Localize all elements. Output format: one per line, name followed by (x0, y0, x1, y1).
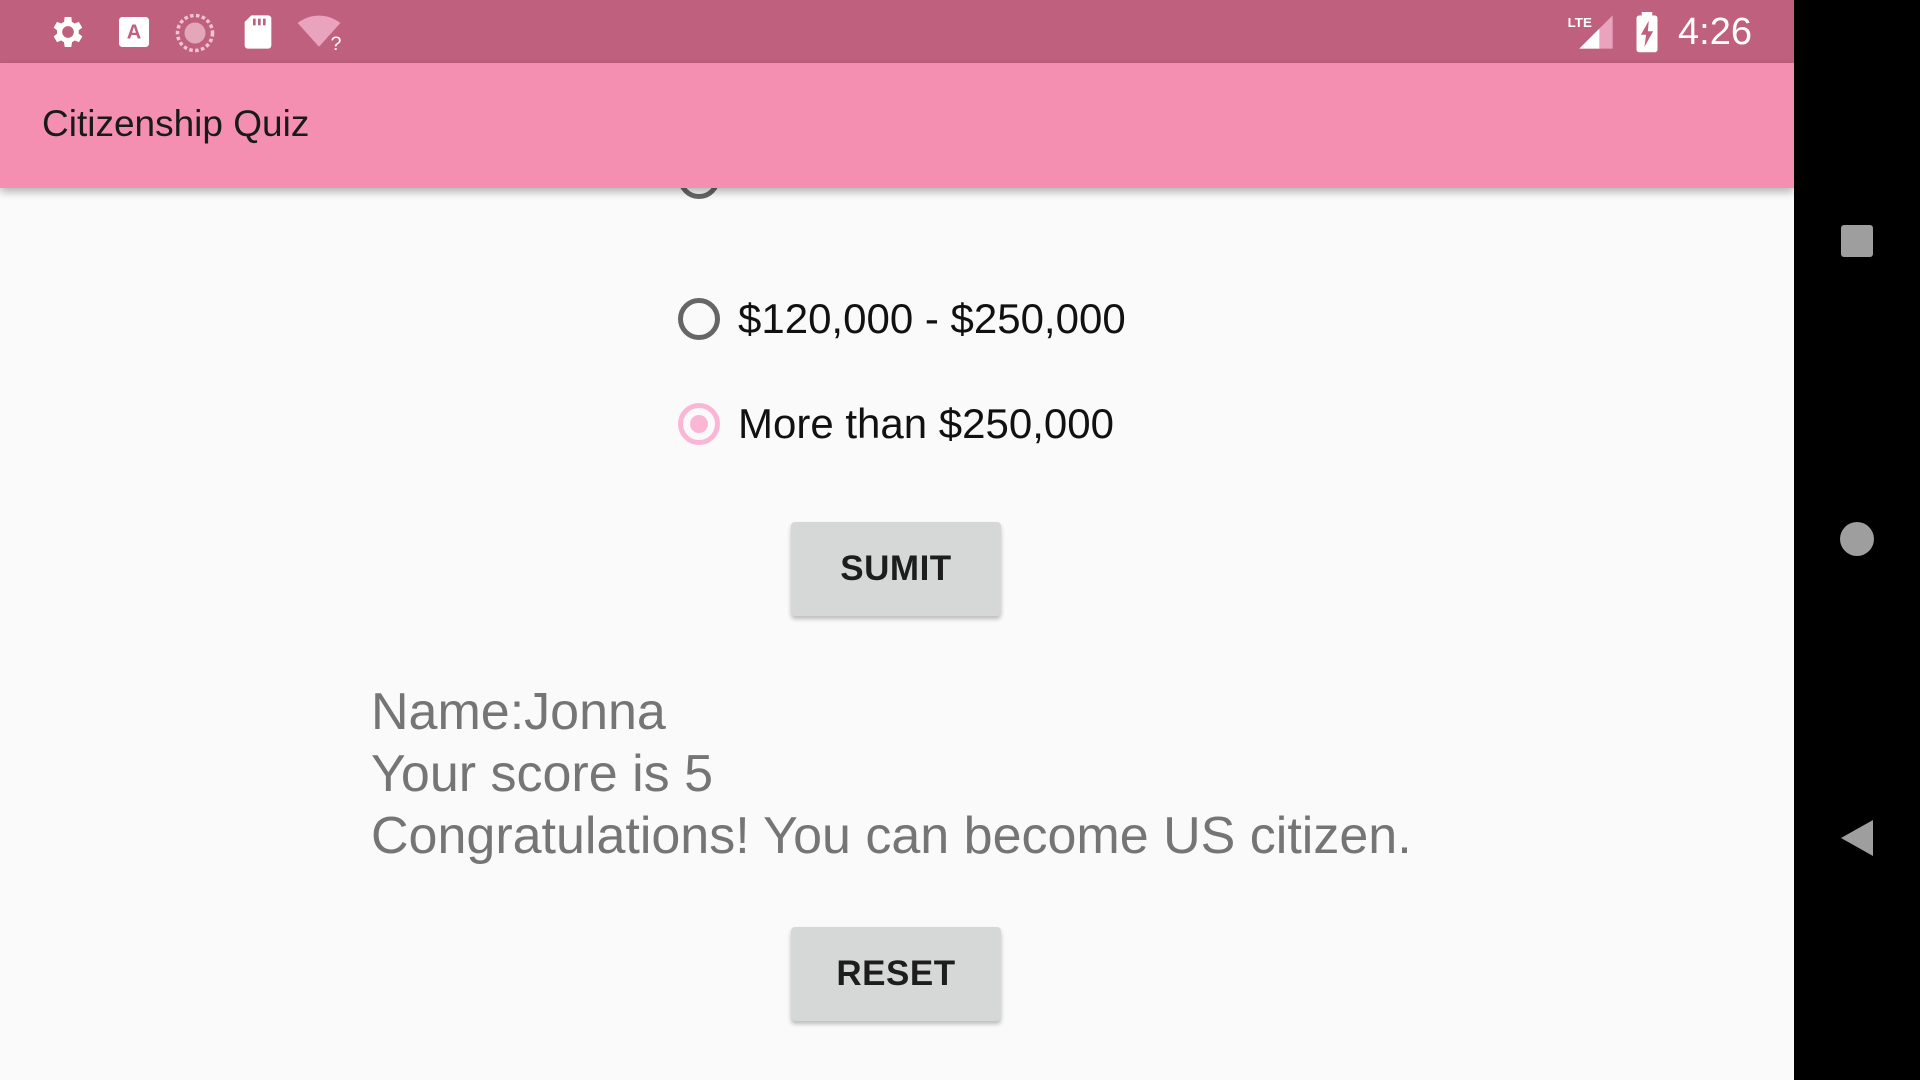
radio-option-label: $120,000 - $250,000 (738, 295, 1126, 342)
radio-button-selected[interactable] (678, 403, 720, 445)
status-bar: A ? LTE 4:26 (0, 0, 1794, 63)
gear-icon (48, 12, 88, 52)
result-score: Your score is 5 (371, 745, 714, 803)
radio-option-label: More than $250,000 (738, 400, 1114, 447)
recents-square-icon[interactable] (1827, 211, 1887, 271)
result-name: Name:Jonna (371, 683, 666, 741)
battery-charging-icon (1632, 12, 1662, 53)
app-screen: A ? LTE 4:26 Citizenship Quiz $120,000 -… (0, 0, 1794, 1080)
sync-circle-icon (174, 12, 215, 53)
navigation-bar (1794, 0, 1920, 1080)
radio-button[interactable] (678, 298, 720, 340)
home-circle-icon[interactable] (1827, 509, 1887, 569)
network-label: LTE (1568, 15, 1592, 30)
svg-text:?: ? (331, 33, 342, 52)
svg-text:A: A (127, 22, 141, 44)
back-triangle-icon[interactable] (1827, 808, 1887, 868)
wifi-unknown-icon: ? (296, 12, 342, 55)
reset-button[interactable]: RESET (791, 927, 1001, 1021)
keyboard-a-icon: A (114, 12, 154, 52)
signal-lte-icon: LTE (1566, 12, 1616, 52)
status-clock: 4:26 (1678, 11, 1752, 53)
quiz-content: $120,000 - $250,000 More than $250,000 S… (0, 157, 1794, 1080)
radio-option-120k-250k[interactable]: $120,000 - $250,000 (678, 289, 1126, 349)
sd-card-icon (238, 12, 278, 52)
app-title: Citizenship Quiz (42, 103, 310, 144)
result-message: Congratulations! You can become US citiz… (371, 807, 1412, 865)
submit-button[interactable]: SUMIT (791, 522, 1001, 616)
radio-option-more-than-250k[interactable]: More than $250,000 (678, 394, 1114, 454)
app-bar: Citizenship Quiz (0, 63, 1794, 188)
result-text: Name:Jonna Your score is 5 Congratulatio… (371, 681, 1412, 867)
